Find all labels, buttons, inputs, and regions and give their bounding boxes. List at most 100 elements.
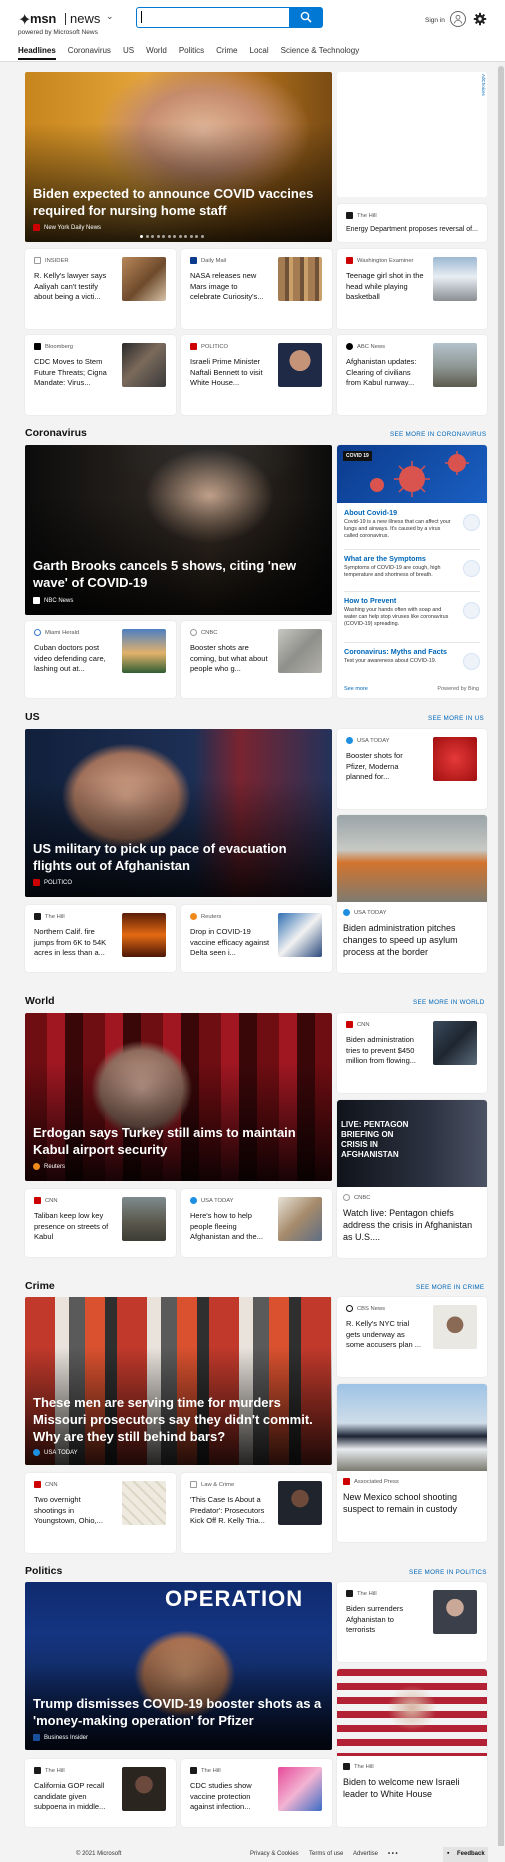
card-title[interactable]: Cuban doctors post video defending care,… <box>34 643 114 675</box>
sign-in-link[interactable]: Sign in <box>425 17 445 24</box>
card-title[interactable]: Israeli Prime Minister Naftali Bennett t… <box>190 357 270 389</box>
news-card[interactable]: Law & Crime 'This Case Is About a Predat… <box>181 1473 332 1553</box>
msn-logo[interactable]: ✦ msn news ⌄ powered by Microsoft News <box>18 8 118 38</box>
ad-choices[interactable]: AdChoices <box>481 74 486 96</box>
card-title[interactable]: Biden administration pitches changes to … <box>343 922 481 958</box>
see-more-crime[interactable]: SEE MORE IN CRIME <box>416 1284 484 1291</box>
gear-icon[interactable] <box>473 12 487 26</box>
tab-world[interactable]: World <box>146 46 167 60</box>
news-card[interactable]: CBS News R. Kelly's NYC trial gets under… <box>337 1297 487 1377</box>
news-card[interactable]: The Hill Northern Calif. fire jumps from… <box>25 905 176 972</box>
news-card[interactable]: ABC News Afghanistan updates: Clearing o… <box>337 335 487 415</box>
card-title[interactable]: Afghanistan updates: Clearing of civilia… <box>346 357 426 389</box>
crime-big-card[interactable]: Associated Press New Mexico school shoot… <box>337 1384 487 1542</box>
card-title[interactable]: Biden surrenders Afghanistan to terroris… <box>346 1604 421 1636</box>
card-title[interactable]: Booster shots for Pfizer, Moderna planne… <box>346 751 421 783</box>
news-card[interactable]: CNBC Booster shots are coming, but what … <box>181 621 332 698</box>
tab-science-technology[interactable]: Science & Technology <box>281 46 360 60</box>
covid-item-prevent[interactable]: How to Prevent Washing your hands often … <box>337 596 487 640</box>
covid-item-title[interactable]: About Covid-19 <box>344 508 397 517</box>
news-card[interactable]: The Hill California GOP recall candidate… <box>25 1759 176 1827</box>
footer-link-advertise[interactable]: Advertise <box>353 1851 378 1857</box>
news-card[interactable]: Bloomberg CDC Moves to Stem Future Threa… <box>25 335 176 415</box>
crime-hero-story[interactable]: These men are serving time for murders M… <box>25 1297 332 1465</box>
card-title[interactable]: Booster shots are coming, but what about… <box>190 643 270 675</box>
scrollbar-thumb[interactable] <box>498 66 504 1862</box>
covid-item-about[interactable]: About Covid-19 Covid-19 is a new illness… <box>337 508 487 548</box>
avatar[interactable] <box>450 11 466 27</box>
card-title[interactable]: New Mexico school shooting suspect to re… <box>343 1491 481 1515</box>
news-card[interactable]: Washington Examiner Teenage girl shot in… <box>337 249 487 329</box>
news-card[interactable]: Daily Mail NASA releases new Mars image … <box>181 249 332 329</box>
news-card[interactable]: USA TODAY Here's how to help people flee… <box>181 1189 332 1257</box>
more-options-icon[interactable]: • • • <box>388 1851 398 1857</box>
card-title[interactable]: R. Kelly's NYC trial gets underway as so… <box>346 1319 424 1351</box>
see-more-world[interactable]: SEE MORE IN WORLD <box>413 999 485 1006</box>
covid-item-symptoms[interactable]: What are the Symptoms Symptoms of COVID-… <box>337 554 487 590</box>
see-more-coronavirus[interactable]: SEE MORE IN CORONAVIRUS <box>390 431 486 438</box>
ad-slot[interactable]: AdChoices <box>337 72 487 197</box>
covid-item-title[interactable]: Coronavirus: Myths and Facts <box>344 647 447 656</box>
hero-headline[interactable]: US military to pick up pace of evacuatio… <box>33 840 324 874</box>
tab-politics[interactable]: Politics <box>179 46 204 60</box>
hero-headline[interactable]: Garth Brooks cancels 5 shows, citing 'ne… <box>33 557 324 591</box>
hero-headline[interactable]: These men are serving time for murders M… <box>33 1394 324 1445</box>
hero-headline[interactable]: Erdogan says Turkey still aims to mainta… <box>33 1124 324 1158</box>
news-card[interactable]: Reuters Drop in COVID-19 vaccine efficac… <box>181 905 332 972</box>
card-title[interactable]: Watch live: Pentagon chiefs address the … <box>343 1207 481 1243</box>
card-title[interactable]: R. Kelly's lawyer says Aaliyah can't tes… <box>34 271 114 303</box>
card-title[interactable]: NASA releases new Mars image to celebrat… <box>190 271 270 303</box>
carousel-dots[interactable] <box>140 235 206 238</box>
tab-headlines[interactable]: Headlines <box>18 46 56 60</box>
see-more-us[interactable]: SEE MORE IN US <box>428 715 484 722</box>
news-card[interactable]: POLITICO Israeli Prime Minister Naftali … <box>181 335 332 415</box>
tab-local[interactable]: Local <box>250 46 269 60</box>
news-card[interactable]: Miami Herald Cuban doctors post video de… <box>25 621 176 698</box>
card-title[interactable]: Two overnight shootings in Youngstown, O… <box>34 1495 114 1527</box>
hero-headline[interactable]: Biden expected to announce COVID vaccine… <box>33 185 324 219</box>
news-card[interactable]: CNN Taliban keep low key presence on str… <box>25 1189 176 1257</box>
scrollbar[interactable] <box>497 62 505 1862</box>
card-title[interactable]: CDC studies show vaccine protection agai… <box>190 1781 270 1813</box>
us-big-card[interactable]: USA TODAY Biden administration pitches c… <box>337 815 487 973</box>
coronavirus-hero-story[interactable]: Garth Brooks cancels 5 shows, citing 'ne… <box>25 445 332 615</box>
search-button[interactable] <box>290 7 323 28</box>
world-hero-story[interactable]: Erdogan says Turkey still aims to mainta… <box>25 1013 332 1181</box>
tab-us[interactable]: US <box>123 46 134 60</box>
card-title[interactable]: Taliban keep low key presence on streets… <box>34 1211 114 1243</box>
news-card[interactable]: INSIDER R. Kelly's lawyer says Aaliyah c… <box>25 249 176 329</box>
politics-big-card[interactable]: The Hill Biden to welcome new Israeli le… <box>337 1669 487 1827</box>
card-title[interactable]: California GOP recall candidate given su… <box>34 1781 114 1813</box>
card-title[interactable]: Teenage girl shot in the head while play… <box>346 271 426 303</box>
card-title[interactable]: CDC Moves to Stem Future Threats; Cigna … <box>34 357 114 389</box>
card-title[interactable]: Energy Department proposes reversal of..… <box>346 225 486 236</box>
chevron-down-icon[interactable]: ⌄ <box>106 11 114 22</box>
card-title[interactable]: Here's how to help people fleeing Afghan… <box>190 1211 270 1243</box>
card-title[interactable]: Biden administration tries to prevent $4… <box>346 1035 422 1067</box>
footer-link-privacy[interactable]: Privacy & Cookies <box>250 1851 299 1857</box>
covid-item-title[interactable]: How to Prevent <box>344 596 396 605</box>
tab-coronavirus[interactable]: Coronavirus <box>68 46 111 60</box>
covid-item-myths[interactable]: Coronavirus: Myths and Facts Test your a… <box>337 647 487 677</box>
news-card[interactable]: CNN Two overnight shootings in Youngstow… <box>25 1473 176 1553</box>
news-card[interactable]: CNN Biden administration tries to preven… <box>337 1013 487 1093</box>
news-card[interactable]: USA TODAY Booster shots for Pfizer, Mode… <box>337 729 487 809</box>
news-card[interactable]: The Hill CDC studies show vaccine protec… <box>181 1759 332 1827</box>
footer-link-terms[interactable]: Terms of use <box>309 1851 343 1857</box>
hero-headline[interactable]: Trump dismisses COVID-19 booster shots a… <box>33 1695 324 1729</box>
world-big-card[interactable]: LIVE: PENTAGON BRIEFING ON CRISIS IN AFG… <box>337 1100 487 1258</box>
top-hero-story[interactable]: Biden expected to announce COVID vaccine… <box>25 72 332 242</box>
see-more-politics[interactable]: SEE MORE IN POLITICS <box>409 1569 487 1576</box>
news-card[interactable]: The Hill Biden surrenders Afghanistan to… <box>337 1582 487 1662</box>
card-title[interactable]: Northern Calif. fire jumps from 6K to 54… <box>34 927 114 959</box>
top-side-card[interactable]: The Hill Energy Department proposes reve… <box>337 204 487 242</box>
card-title[interactable]: Drop in COVID-19 vaccine efficacy agains… <box>190 927 270 959</box>
feedback-button[interactable]: ▪ Feedback <box>443 1847 488 1862</box>
covid-item-title[interactable]: What are the Symptoms <box>344 554 426 563</box>
politics-hero-story[interactable]: OPERATION Trump dismisses COVID-19 boost… <box>25 1582 332 1750</box>
search-input[interactable] <box>136 7 290 28</box>
tab-crime[interactable]: Crime <box>216 46 237 60</box>
card-title[interactable]: 'This Case Is About a Predator': Prosecu… <box>190 1495 270 1527</box>
covid-see-more[interactable]: See more <box>344 686 368 692</box>
us-hero-story[interactable]: US military to pick up pace of evacuatio… <box>25 729 332 897</box>
